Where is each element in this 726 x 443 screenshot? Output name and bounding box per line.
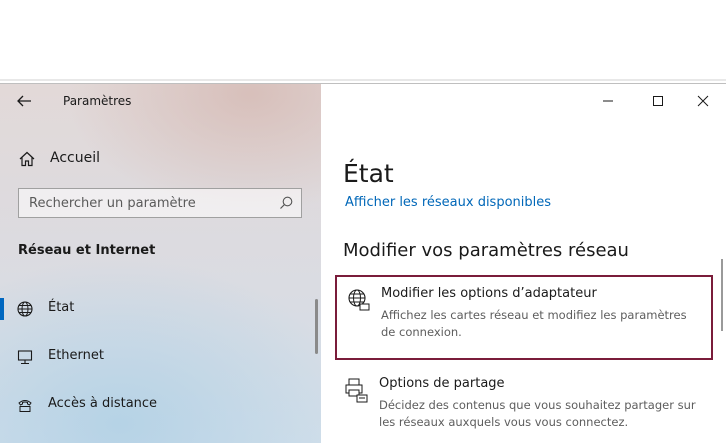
sidebar: Paramètres Accueil Réseau et Internet Ét… [0, 84, 321, 443]
sharing-options-item[interactable]: Options de partage Décidez des contenus … [335, 367, 713, 443]
home-label: Accueil [50, 150, 100, 166]
adapter-options-item[interactable]: Modifier les options d’adaptateur Affich… [335, 275, 713, 360]
search-icon[interactable] [278, 195, 294, 211]
home-icon [19, 151, 35, 167]
window-title: Paramètres [63, 94, 132, 108]
network-adapter-icon [348, 289, 370, 311]
titlebar-left: Paramètres [0, 84, 321, 118]
globe-icon [17, 301, 33, 317]
option-description: Décidez des contenus que vous souhaitez … [379, 398, 696, 429]
monitor-network-icon [17, 350, 33, 365]
section-heading: Modifier vos paramètres réseau [343, 240, 629, 261]
sidebar-scrollbar[interactable] [315, 299, 318, 354]
sidebar-item-etat[interactable]: État [0, 292, 321, 326]
close-button[interactable] [680, 84, 726, 118]
page-title: État [343, 158, 394, 188]
back-button[interactable] [12, 91, 36, 111]
settings-window: Paramètres Accueil Réseau et Internet Ét… [0, 83, 726, 443]
minimize-button[interactable] [585, 84, 631, 118]
background-area [0, 0, 726, 82]
sidebar-section-title: Réseau et Internet [18, 243, 156, 258]
maximize-button[interactable] [635, 84, 681, 118]
back-arrow-icon [17, 95, 31, 107]
content-scrollbar[interactable] [721, 259, 723, 331]
option-description: Affichez les cartes réseau et modifiez l… [381, 308, 687, 339]
sidebar-item-acces-distance[interactable]: Accès à distance [0, 388, 321, 422]
option-title: Modifier les options d’adaptateur [381, 286, 597, 301]
search-box[interactable] [18, 188, 302, 218]
sidebar-item-label: État [48, 300, 75, 315]
sharing-printer-icon [345, 378, 368, 403]
close-icon [697, 95, 709, 107]
background-divider [0, 79, 726, 81]
sidebar-item-ethernet[interactable]: Ethernet [0, 340, 321, 374]
sidebar-item-label: Ethernet [48, 348, 104, 363]
sidebar-item-home[interactable]: Accueil [0, 146, 321, 172]
available-networks-link[interactable]: Afficher les réseaux disponibles [345, 195, 551, 210]
maximize-icon [653, 96, 663, 106]
option-title: Options de partage [379, 376, 505, 391]
phone-modem-icon [18, 400, 32, 412]
minimize-icon [603, 100, 613, 102]
sidebar-item-label: Accès à distance [48, 396, 158, 411]
content-pane: État Afficher les réseaux disponibles Mo… [321, 84, 726, 443]
search-input[interactable] [19, 189, 279, 217]
